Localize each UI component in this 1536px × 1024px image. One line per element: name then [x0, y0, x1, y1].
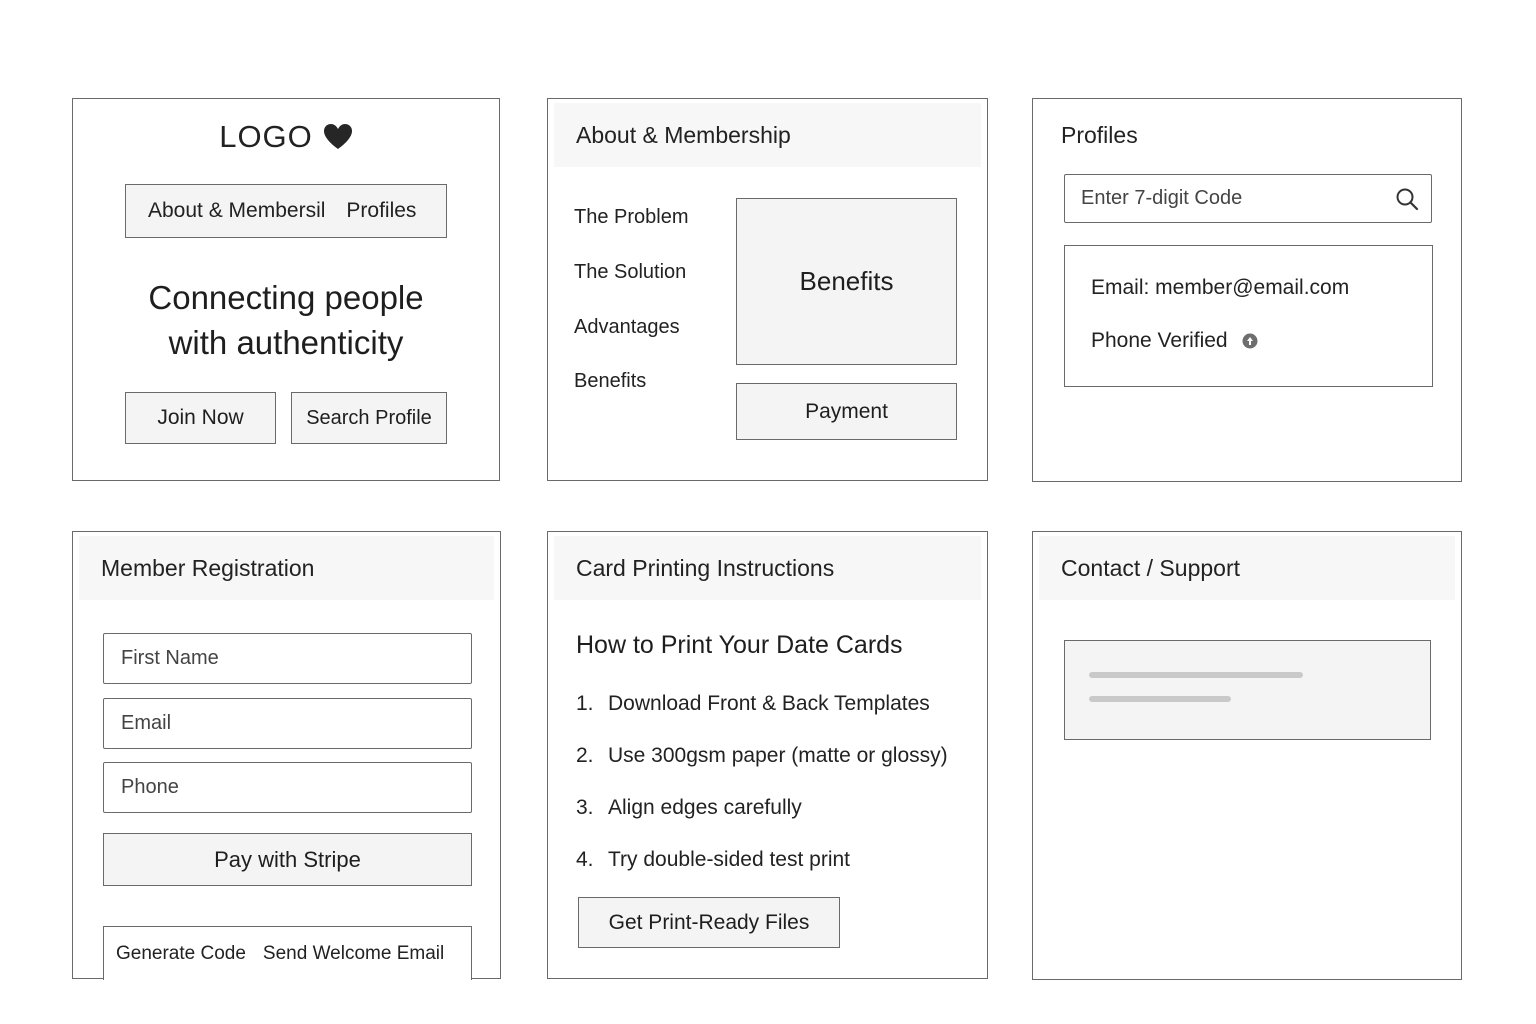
- code-search-placeholder: Enter 7-digit Code: [1081, 187, 1243, 209]
- pay-with-stripe-button[interactable]: Pay with Stripe: [103, 833, 472, 886]
- printing-step: 2. Use 300gsm paper (matte or glossy): [576, 744, 948, 767]
- benefits-box: Benefits: [736, 198, 957, 365]
- home-nav: About & Membersil Profiles: [125, 184, 447, 238]
- phone-placeholder: Phone: [121, 776, 179, 798]
- menu-item-benefits[interactable]: Benefits: [574, 370, 646, 393]
- email-field[interactable]: Email: [103, 698, 472, 749]
- phone-field[interactable]: Phone: [103, 762, 472, 813]
- search-profile-button[interactable]: Search Profile: [291, 392, 447, 444]
- logo[interactable]: LOGO: [73, 119, 499, 155]
- headline-line-2: with authenticity: [168, 324, 404, 361]
- contact-panel: Contact / Support: [1032, 531, 1462, 980]
- generate-code-button[interactable]: Generate Code: [116, 943, 246, 965]
- headline: Connecting people with authenticity: [73, 275, 499, 365]
- menu-item-problem[interactable]: The Problem: [574, 206, 689, 229]
- first-name-field[interactable]: First Name: [103, 633, 472, 684]
- profiles-panel: Profiles Enter 7-digit Code Email: membe…: [1032, 98, 1462, 482]
- profile-email: Email: member@email.com: [1091, 276, 1350, 299]
- printing-title: Card Printing Instructions: [554, 536, 981, 600]
- nav-profiles[interactable]: Profiles: [346, 199, 416, 223]
- contact-placeholder-card: [1064, 640, 1431, 740]
- registration-title: Member Registration: [79, 536, 494, 600]
- menu-item-advantages[interactable]: Advantages: [574, 316, 680, 339]
- search-icon[interactable]: [1395, 187, 1419, 217]
- printing-step: 4. Try double-sided test print: [576, 848, 851, 871]
- phone-verified-label: Phone Verified: [1091, 329, 1228, 352]
- profile-card: Email: member@email.com Phone Verified: [1064, 245, 1433, 387]
- placeholder-line: [1089, 696, 1231, 702]
- printing-step: 3. Align edges carefully: [576, 796, 802, 819]
- first-name-placeholder: First Name: [121, 647, 219, 669]
- benefits-box-title: Benefits: [799, 266, 894, 296]
- menu-item-solution[interactable]: The Solution: [574, 261, 686, 284]
- printing-step: 1. Download Front & Back Templates: [576, 692, 930, 715]
- placeholder-line: [1089, 672, 1303, 678]
- headline-line-1: Connecting people: [148, 279, 424, 316]
- verified-icon: [1242, 333, 1258, 349]
- registration-panel: Member Registration First Name Email Pho…: [72, 531, 501, 980]
- email-placeholder: Email: [121, 712, 172, 734]
- contact-title: Contact / Support: [1039, 536, 1455, 600]
- profile-phone-status: Phone Verified: [1091, 329, 1258, 353]
- about-title: About & Membership: [554, 103, 981, 167]
- payment-button[interactable]: Payment: [736, 383, 957, 440]
- about-panel: About & Membership The Problem The Solut…: [547, 98, 988, 481]
- printing-panel: Card Printing Instructions How to Print …: [547, 531, 988, 979]
- code-search-field[interactable]: Enter 7-digit Code: [1064, 174, 1432, 223]
- get-print-files-button[interactable]: Get Print-Ready Files: [578, 897, 840, 948]
- nav-about[interactable]: About & Membersil: [148, 199, 325, 223]
- heart-icon: [323, 123, 353, 151]
- home-panel: LOGO About & Membersil Profiles Connecti…: [72, 98, 500, 481]
- logo-text: LOGO: [219, 119, 313, 154]
- profiles-title: Profiles: [1039, 103, 1455, 167]
- admin-action-bar: Generate Code Send Welcome Email: [103, 926, 472, 980]
- send-welcome-email-button[interactable]: Send Welcome Email: [263, 943, 444, 965]
- printing-heading: How to Print Your Date Cards: [576, 631, 903, 659]
- join-now-button[interactable]: Join Now: [125, 392, 276, 444]
